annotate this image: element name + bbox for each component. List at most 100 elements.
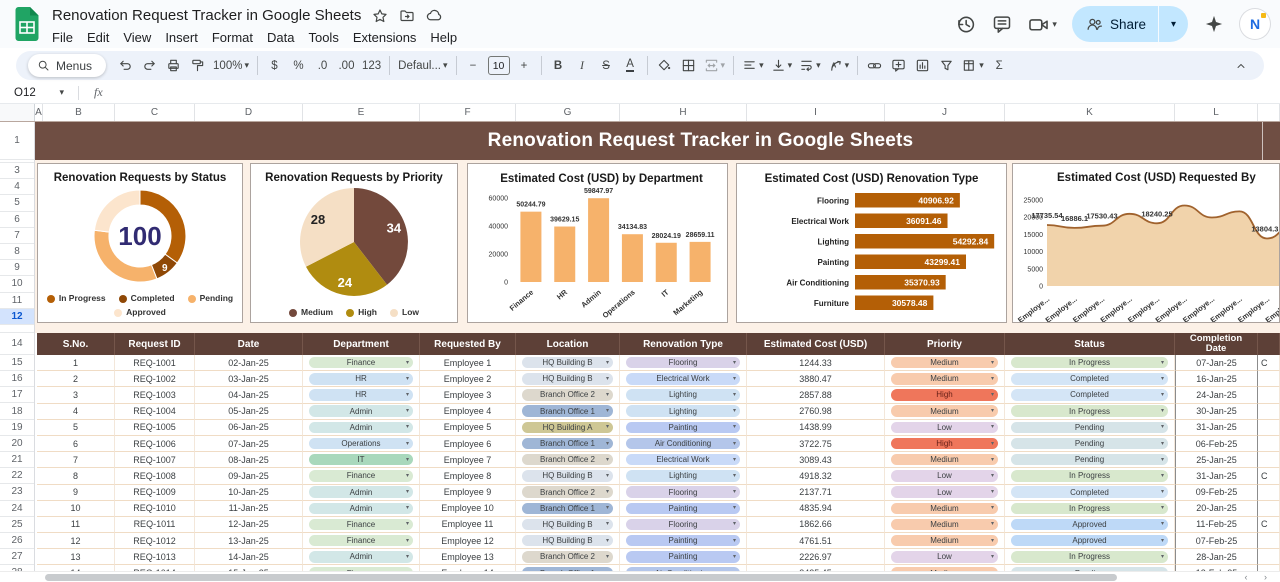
table-cell[interactable]: 3 — [37, 387, 115, 403]
fill-color-button[interactable] — [653, 54, 676, 78]
column-header-a[interactable]: A — [35, 104, 43, 121]
table-cell[interactable]: HQ Building B▾ — [516, 355, 620, 371]
department-dropdown[interactable]: HR▾ — [309, 373, 413, 385]
menu-tools[interactable]: Tools — [301, 29, 345, 46]
table-cell[interactable]: Branch Office 2▾ — [516, 452, 620, 468]
table-cell[interactable]: Low▾ — [885, 420, 1005, 436]
table-cell[interactable]: Electrical Work▾ — [620, 371, 747, 387]
table-cell[interactable]: HQ Building A▾ — [516, 420, 620, 436]
department-dropdown[interactable]: HR▾ — [309, 389, 413, 401]
text-color-button[interactable]: A — [619, 54, 642, 78]
row-header-17[interactable]: 17 — [0, 387, 34, 403]
row-header-14[interactable]: 14 — [0, 333, 34, 355]
table-cell[interactable]: Branch Office 1▾ — [516, 501, 620, 517]
location-dropdown[interactable]: Branch Office 2▾ — [522, 389, 613, 401]
renovation-dropdown[interactable]: Lighting▾ — [626, 405, 740, 417]
table-cell[interactable] — [1258, 371, 1280, 387]
print-button[interactable] — [162, 54, 185, 78]
table-cell[interactable]: Medium▾ — [885, 452, 1005, 468]
name-box[interactable]: O12▾ — [0, 87, 72, 99]
department-dropdown[interactable]: IT▾ — [309, 454, 413, 466]
table-cell[interactable]: 4835.94 — [747, 501, 885, 517]
table-cell[interactable]: Branch Office 2▾ — [516, 485, 620, 501]
version-history-icon[interactable] — [954, 13, 976, 35]
status-dropdown[interactable]: Approved▾ — [1011, 519, 1168, 531]
table-cell[interactable]: 8 — [37, 468, 115, 484]
share-button[interactable]: Share ▾ — [1072, 6, 1188, 42]
column-header-d[interactable]: D — [195, 104, 303, 121]
table-cell[interactable]: 2137.71 — [747, 485, 885, 501]
decrease-decimals-button[interactable]: .0 — [311, 54, 334, 78]
increase-font-size-button[interactable]: + — [513, 54, 536, 78]
table-cell[interactable]: 04-Jan-25 — [195, 387, 303, 403]
priority-dropdown[interactable]: Medium▾ — [891, 503, 998, 515]
table-cell[interactable]: 13-Jan-25 — [195, 533, 303, 549]
location-dropdown[interactable]: HQ Building B▾ — [522, 373, 613, 385]
location-dropdown[interactable]: HQ Building B▾ — [522, 519, 613, 531]
table-views-button[interactable]: ▾ — [959, 54, 987, 78]
table-cell[interactable]: REQ-1004 — [115, 404, 195, 420]
row-header-10[interactable]: 10 — [0, 276, 34, 292]
meet-dropdown-caret[interactable]: ▾ — [1052, 19, 1057, 30]
table-cell[interactable]: 11-Feb-25 — [1175, 517, 1258, 533]
table-cell[interactable]: 2226.97 — [747, 549, 885, 565]
table-cell[interactable]: Employee 10 — [420, 501, 516, 517]
horizontal-scrollbar-thumb[interactable] — [45, 574, 1117, 581]
table-cell[interactable]: Medium▾ — [885, 501, 1005, 517]
row-header-16[interactable]: 16 — [0, 371, 34, 387]
location-dropdown[interactable]: Branch Office 1▾ — [522, 405, 613, 417]
renovation-dropdown[interactable]: Electrical Work▾ — [626, 373, 740, 385]
table-cell[interactable]: HQ Building B▾ — [516, 533, 620, 549]
format-currency-button[interactable]: $ — [263, 54, 286, 78]
table-cell[interactable] — [1258, 420, 1280, 436]
table-cell[interactable]: Flooring▾ — [620, 485, 747, 501]
table-cell[interactable]: REQ-1013 — [115, 549, 195, 565]
row-header-3[interactable]: 3 — [0, 163, 34, 179]
table-cell[interactable]: Operations▾ — [303, 436, 420, 452]
status-dropdown[interactable]: Approved▾ — [1011, 535, 1168, 547]
table-cell[interactable]: 10-Jan-25 — [195, 485, 303, 501]
renovation-dropdown[interactable]: Lighting▾ — [626, 470, 740, 482]
create-filter-button[interactable] — [935, 54, 958, 78]
table-cell[interactable]: REQ-1005 — [115, 420, 195, 436]
table-cell[interactable]: C — [1258, 355, 1280, 371]
table-cell[interactable]: 11-Jan-25 — [195, 501, 303, 517]
column-header-i[interactable]: I — [747, 104, 885, 121]
meet-video-call-icon[interactable]: ▾ — [1028, 14, 1057, 35]
location-dropdown[interactable]: Branch Office 2▾ — [522, 454, 613, 466]
table-cell[interactable]: Completed▾ — [1005, 387, 1175, 403]
table-cell[interactable]: Admin▾ — [303, 501, 420, 517]
increase-decimals-button[interactable]: .00 — [335, 54, 358, 78]
status-dropdown[interactable]: Pending▾ — [1011, 438, 1168, 450]
column-header-j[interactable]: J — [885, 104, 1005, 121]
table-cell[interactable]: Painting▾ — [620, 533, 747, 549]
more-formats-button[interactable]: 123 — [359, 54, 384, 78]
renovation-dropdown[interactable]: Electrical Work▾ — [626, 454, 740, 466]
priority-dropdown[interactable]: Low▾ — [891, 470, 998, 482]
table-cell[interactable]: Employee 4 — [420, 404, 516, 420]
table-cell[interactable] — [1258, 485, 1280, 501]
table-cell[interactable]: 1 — [37, 355, 115, 371]
table-cell[interactable]: In Progress▾ — [1005, 404, 1175, 420]
table-cell[interactable]: Branch Office 2▾ — [516, 387, 620, 403]
table-cell[interactable]: Branch Office 1▾ — [516, 404, 620, 420]
table-cell[interactable] — [1258, 436, 1280, 452]
table-cell[interactable]: 4918.32 — [747, 468, 885, 484]
table-cell[interactable]: Painting▾ — [620, 549, 747, 565]
renovation-dropdown[interactable]: Air Conditioning▾ — [626, 438, 740, 450]
table-cell[interactable]: 12 — [37, 533, 115, 549]
vertical-align-button[interactable]: ▾ — [768, 54, 796, 78]
table-cell[interactable]: 07-Jan-25 — [1175, 355, 1258, 371]
chart-renovation-requests-by-status[interactable]: Renovation Requests by Status9100In Prog… — [37, 163, 243, 323]
menu-data[interactable]: Data — [260, 29, 301, 46]
row-header-12[interactable]: 12 — [0, 309, 34, 325]
priority-dropdown[interactable]: Low▾ — [891, 486, 998, 498]
menu-format[interactable]: Format — [205, 29, 260, 46]
table-cell[interactable]: REQ-1002 — [115, 371, 195, 387]
column-header-cut[interactable] — [1258, 104, 1280, 121]
table-cell[interactable]: 9 — [37, 485, 115, 501]
font-family-select[interactable]: Defaul...▾ — [395, 54, 450, 78]
status-dropdown[interactable]: Completed▾ — [1011, 389, 1168, 401]
table-cell[interactable]: REQ-1006 — [115, 436, 195, 452]
table-cell[interactable]: 31-Jan-25 — [1175, 420, 1258, 436]
